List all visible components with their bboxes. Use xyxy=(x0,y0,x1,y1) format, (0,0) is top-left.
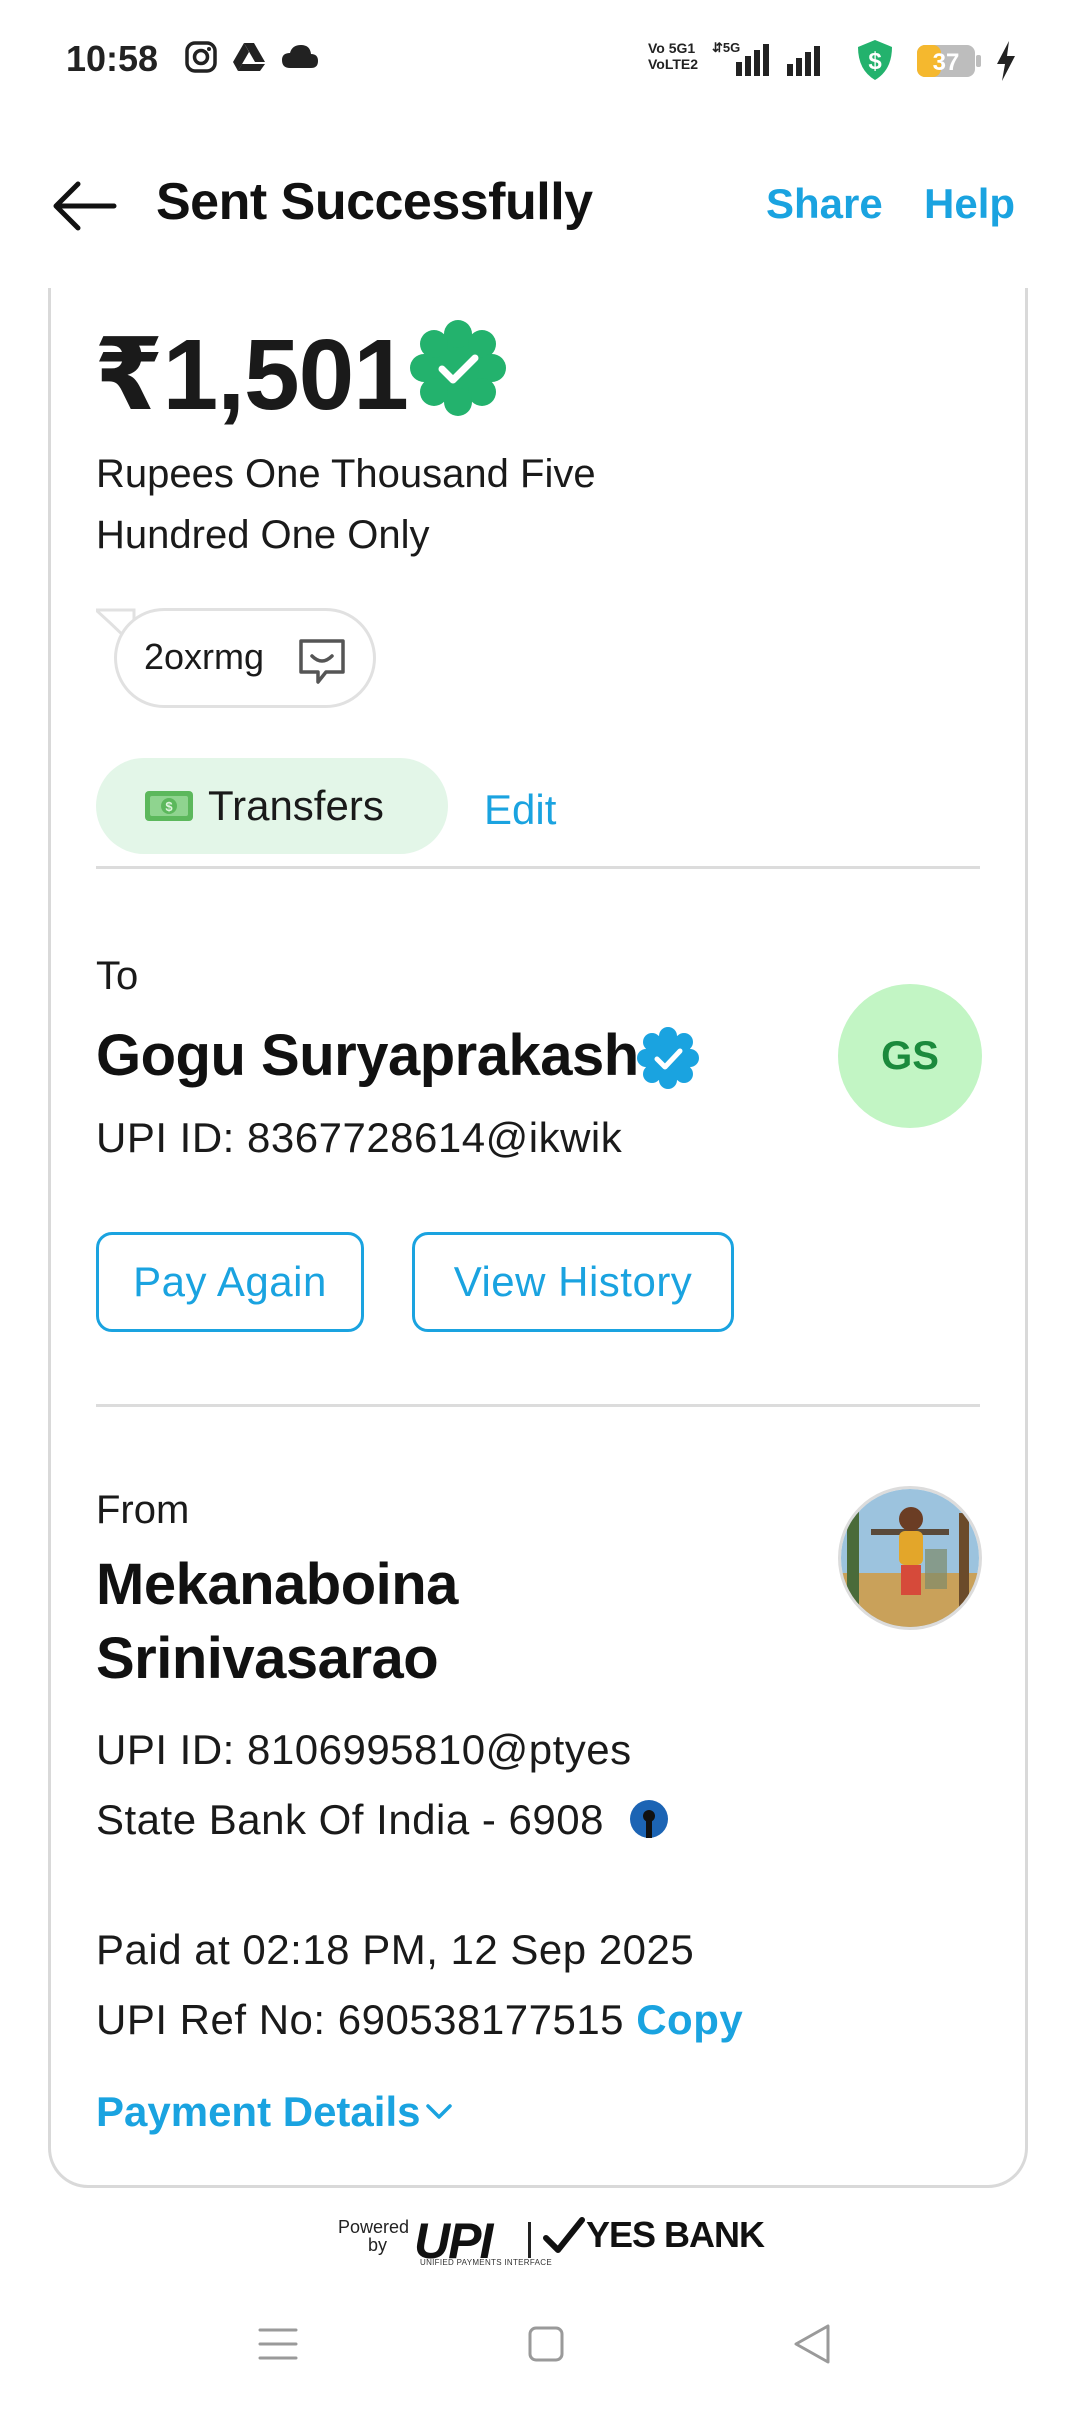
note-text: 2oxrmg xyxy=(144,636,265,677)
upi-ref-number: UPI Ref No: 690538177515 xyxy=(96,1996,625,2043)
verified-badge-icon xyxy=(637,1027,699,1089)
payer-bank-account: State Bank Of India - 6908 xyxy=(96,1796,604,1843)
view-history-button[interactable]: View History xyxy=(412,1232,734,1332)
payer-upi-id: UPI ID: 8106995810@ptyes xyxy=(96,1726,632,1773)
sbi-logo-icon xyxy=(630,1800,668,1838)
powered-by-text: Powered by xyxy=(338,2217,410,2255)
divider xyxy=(96,866,980,869)
chat-icon[interactable] xyxy=(296,636,348,686)
divider xyxy=(96,1404,980,1407)
share-button[interactable]: Share xyxy=(766,180,883,228)
svg-text:$: $ xyxy=(868,48,882,75)
yes-bank-logo: YES BANK xyxy=(586,2214,765,2255)
money-icon: $ xyxy=(145,791,193,821)
paid-at-timestamp: Paid at 02:18 PM, 12 Sep 2025 xyxy=(96,1926,695,1973)
network-type: Vo 5G1 VoLTE2 xyxy=(648,40,699,72)
payment-details-toggle[interactable]: Payment Details xyxy=(96,2088,420,2136)
payee-avatar: GS xyxy=(838,984,982,1128)
amount-in-words: Rupees One Thousand Five Hundred One Onl… xyxy=(96,452,596,557)
payee-upi-id: UPI ID: 8367728614@ikwik xyxy=(96,1114,623,1161)
svg-text:⇵5G: ⇵5G xyxy=(712,40,740,55)
payee-name: Gogu Suryaprakash xyxy=(96,1023,639,1088)
status-time: 10:58 xyxy=(66,38,159,79)
footer-separator xyxy=(528,2222,531,2258)
chevron-down-icon[interactable] xyxy=(422,2094,456,2128)
instagram-icon xyxy=(185,41,217,73)
wallet-shield-icon: $ xyxy=(858,40,892,80)
battery-icon: 37 xyxy=(917,45,981,77)
yes-bank-check-icon xyxy=(543,2217,585,2253)
to-label: To xyxy=(96,954,139,998)
svg-text:$: $ xyxy=(165,799,173,814)
cloud-icon xyxy=(282,45,318,68)
recent-apps-icon[interactable] xyxy=(258,2326,298,2362)
signal-icon: ⇵5G xyxy=(712,40,820,76)
help-button[interactable]: Help xyxy=(924,180,1015,228)
category-label: Transfers xyxy=(208,782,384,829)
charging-icon xyxy=(997,41,1015,81)
from-label: From xyxy=(96,1488,190,1532)
copy-button[interactable]: Copy xyxy=(636,1996,743,2043)
success-check-icon xyxy=(410,320,506,416)
edit-category-link[interactable]: Edit xyxy=(484,786,556,834)
drive-icon xyxy=(233,43,265,71)
svg-text:37: 37 xyxy=(933,49,960,76)
back-triangle-icon[interactable] xyxy=(792,2322,832,2366)
upi-logo-subtitle: UNIFIED PAYMENTS INTERFACE xyxy=(420,2258,552,2267)
page-title: Sent Successfully xyxy=(156,173,593,231)
amount: ₹1,501 xyxy=(94,319,409,431)
back-arrow-icon[interactable] xyxy=(50,178,120,234)
payer-name: Mekanaboina Srinivasarao xyxy=(96,1552,458,1691)
home-icon[interactable] xyxy=(528,2326,564,2362)
payer-avatar xyxy=(838,1486,982,1630)
upi-ref-row: UPI Ref No: 690538177515 Copy xyxy=(96,1996,743,2044)
pay-again-button[interactable]: Pay Again xyxy=(96,1232,364,1332)
